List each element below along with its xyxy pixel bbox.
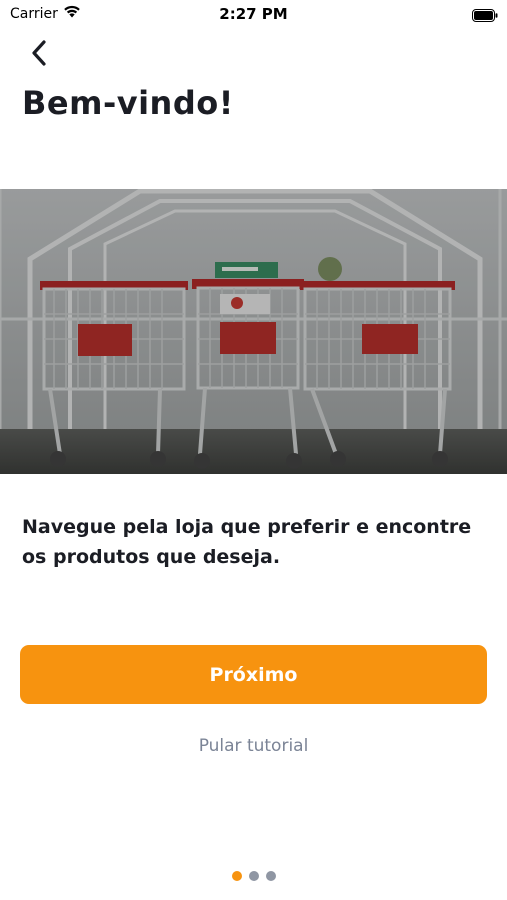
hero-image [0,189,507,474]
page-indicator [0,871,507,881]
skip-tutorial-link[interactable]: Pular tutorial [0,736,507,756]
tutorial-description: Navegue pela loja que preferir e encontr… [22,516,472,568]
chevron-left-icon [32,40,46,66]
page-dot-1[interactable] [231,871,242,881]
battery-icon [472,7,498,22]
page-dot-2[interactable] [248,871,259,881]
shopping-carts-photo [0,189,507,474]
back-button[interactable] [24,36,54,70]
status-bar: Carrier 2:27 PM [0,0,507,28]
clock: 2:27 PM [219,5,288,23]
page-dot-3[interactable] [265,871,276,881]
next-button[interactable]: Próximo [20,645,487,704]
page-title: Bem-vindo! [22,84,234,122]
onboarding-screen: Carrier 2:27 PM Bem-vindo! Navegue pela … [0,0,507,900]
